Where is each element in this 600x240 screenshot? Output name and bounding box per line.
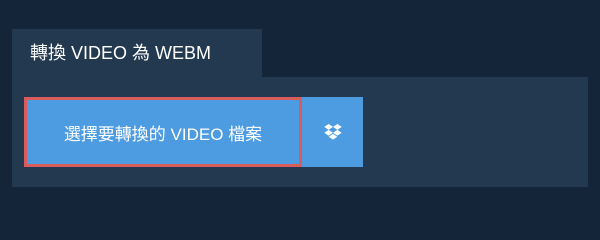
tab-convert-video-to-webm[interactable]: 轉換 VIDEO 為 WEBM xyxy=(12,29,262,77)
upload-panel: 選擇要轉換的 VIDEO 檔案 xyxy=(12,77,588,187)
dropbox-button[interactable] xyxy=(302,97,363,167)
tab-label: 轉換 VIDEO 為 WEBM xyxy=(30,43,212,63)
dropbox-icon xyxy=(323,124,342,140)
choose-video-file-label: 選擇要轉換的 VIDEO 檔案 xyxy=(63,124,263,144)
choose-video-file-button[interactable]: 選擇要轉換的 VIDEO 檔案 xyxy=(24,97,302,167)
